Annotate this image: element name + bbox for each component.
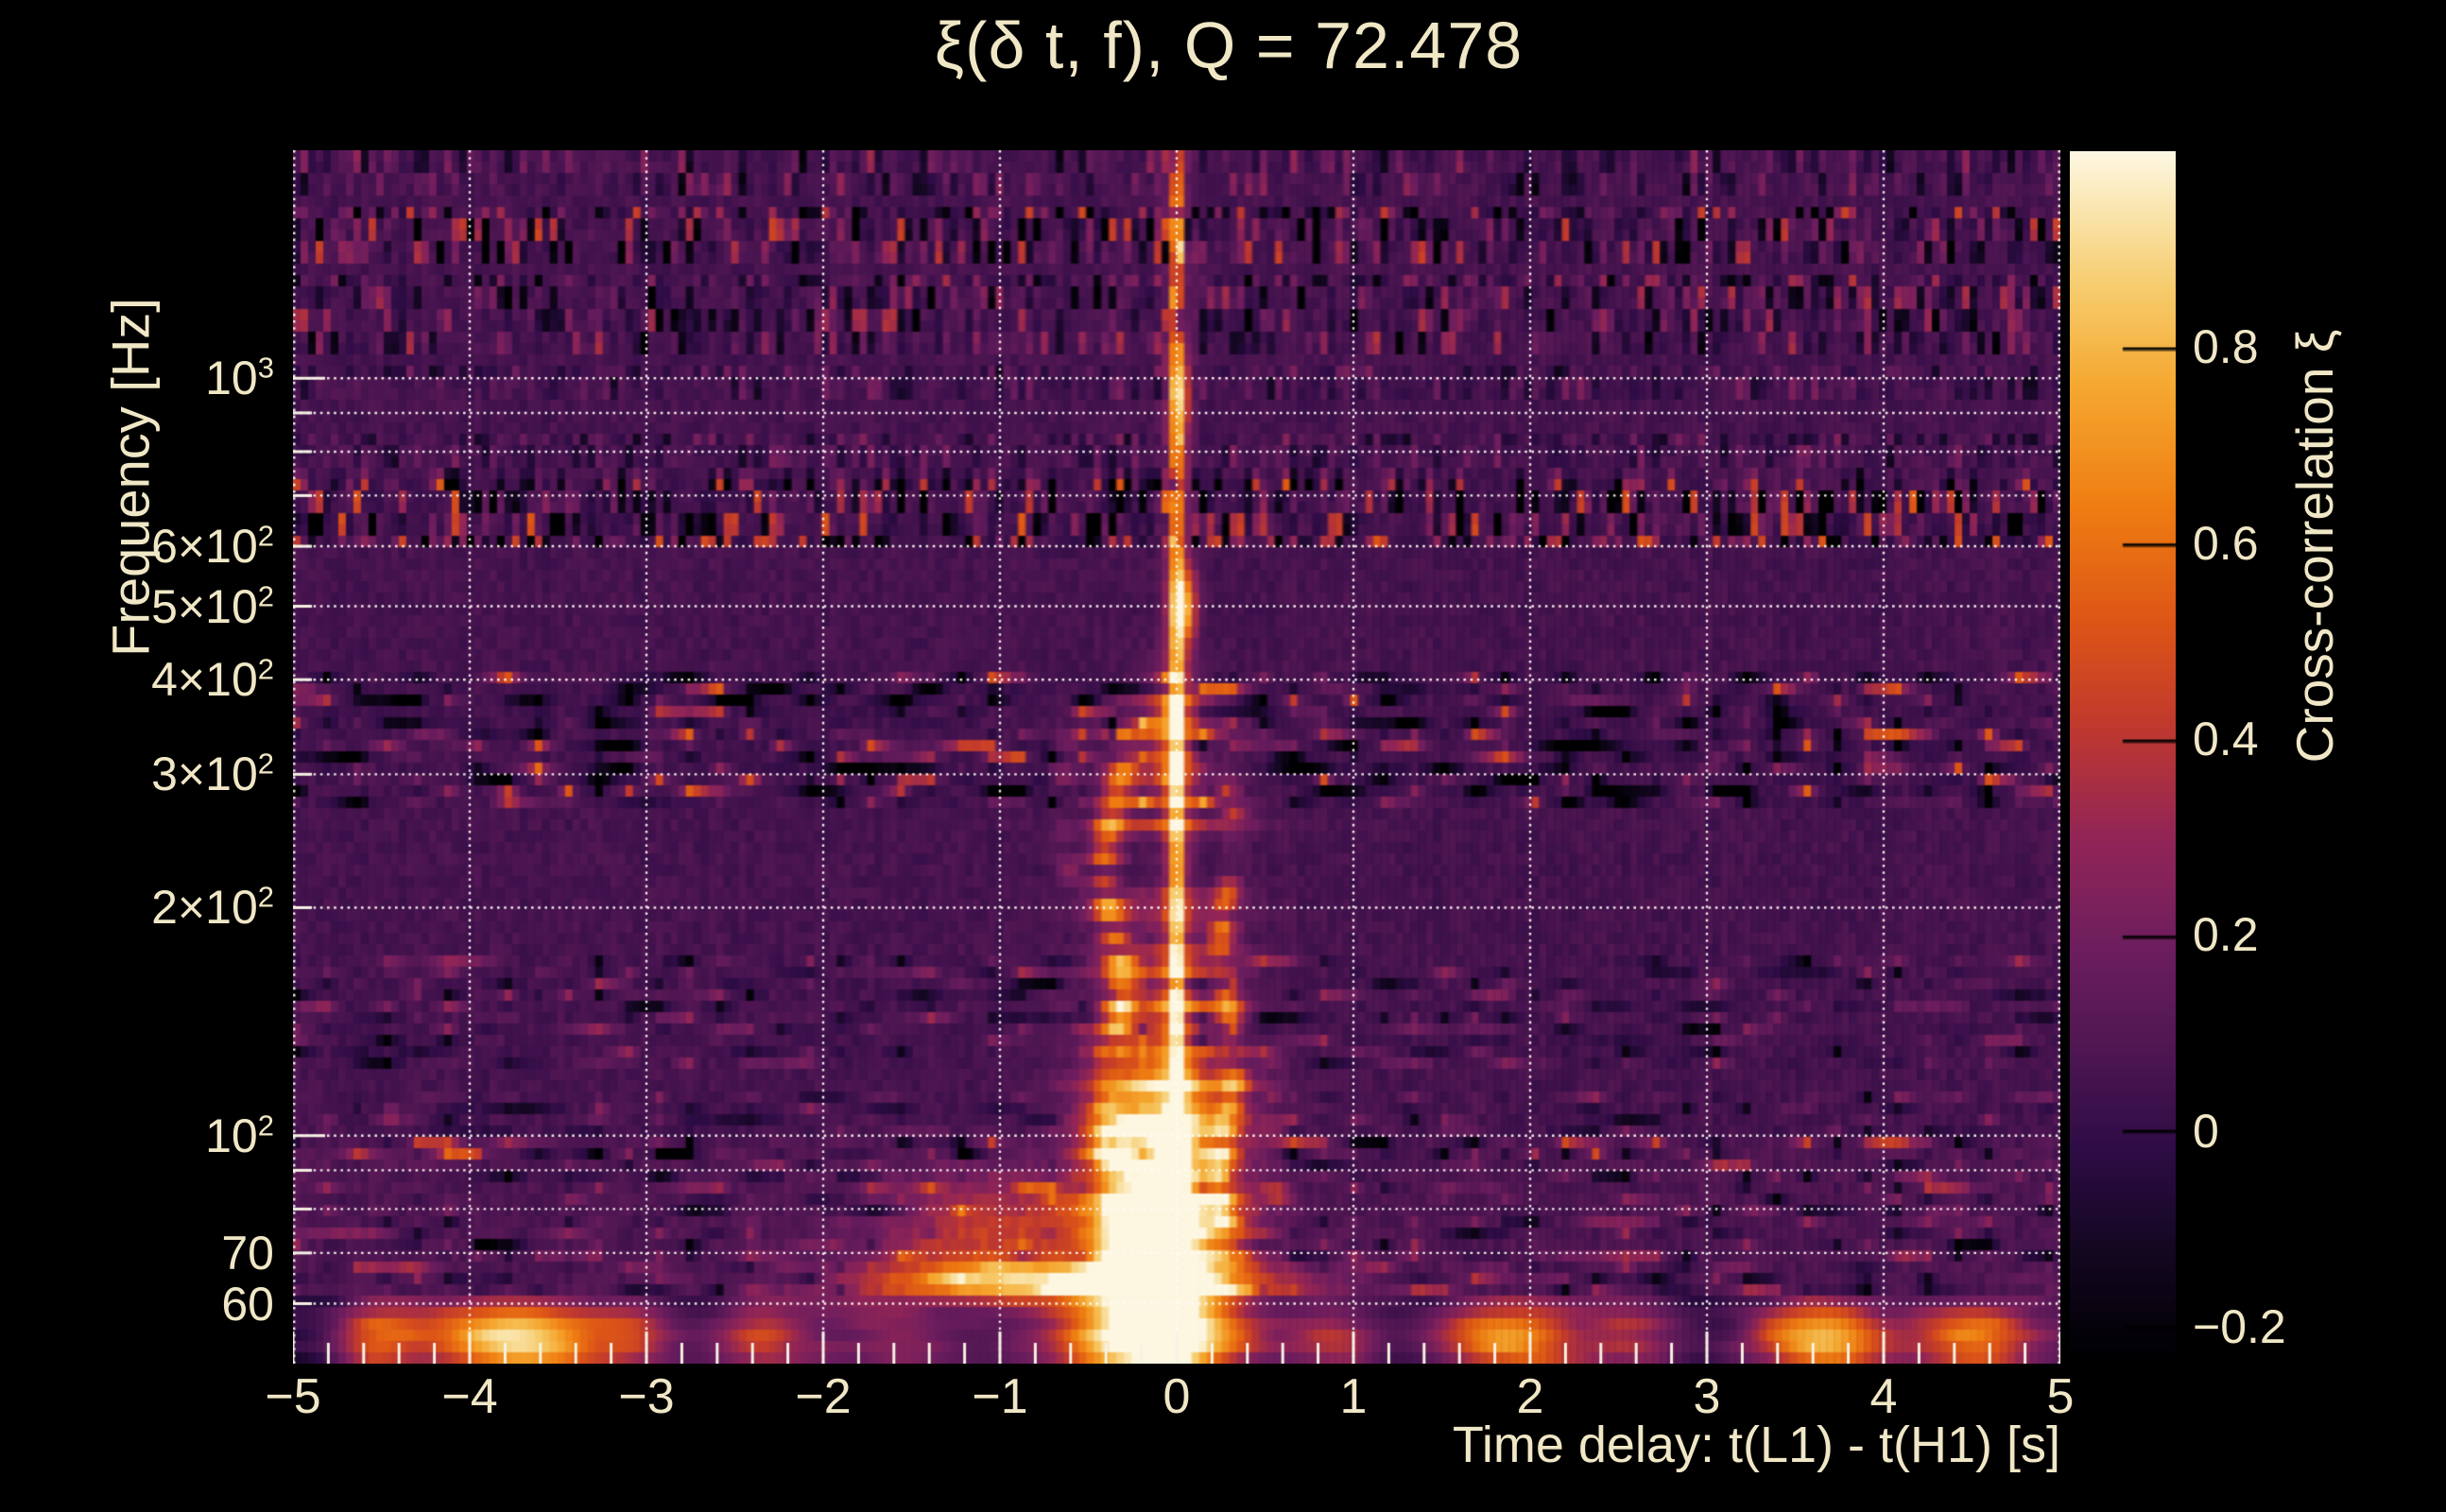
y-tick-label: 5×102 [151, 578, 274, 633]
figure-root: ξ(δ t, f), Q = 72.478 Frequency [Hz] 103… [0, 0, 2446, 1512]
colorbar-tick-label: 0.2 [2193, 908, 2259, 962]
x-tick-label: −3 [618, 1369, 675, 1424]
colorbar-tick-label: 0.4 [2193, 712, 2259, 765]
colorbar-tick-label: −0.2 [2193, 1299, 2286, 1353]
x-axis-title: Time delay: t(L1) - t(H1) [s] [1452, 1417, 2060, 1473]
y-tick-label: 103 [205, 351, 274, 405]
y-tick-label: 102 [205, 1108, 274, 1162]
colorbar [2070, 151, 2176, 1358]
y-tick-label: 6×102 [151, 519, 274, 574]
gridlines-ticks-overlay-canvas [293, 150, 2060, 1364]
y-tick-label: 2×102 [151, 880, 274, 935]
colorbar-tick-label: 0.6 [2193, 516, 2259, 570]
x-tick-label: 0 [1163, 1369, 1191, 1424]
y-tick-label: 4×102 [151, 652, 274, 707]
x-tick-label: −4 [441, 1369, 498, 1424]
colorbar-tick-label: 0.8 [2193, 320, 2259, 374]
colorbar-title: Cross-correlation ξ [2285, 329, 2344, 764]
chart-title: ξ(δ t, f), Q = 72.478 [934, 9, 1524, 82]
y-tick-label: 3×102 [151, 747, 274, 801]
x-tick-label: −2 [795, 1369, 852, 1424]
x-tick-label: −5 [265, 1369, 321, 1424]
colorbar-tick-label: 0 [2193, 1104, 2219, 1158]
x-tick-label: 1 [1339, 1369, 1368, 1424]
y-tick-label: 70 [221, 1226, 274, 1280]
y-tick-label: 60 [221, 1277, 274, 1331]
x-tick-label: −1 [972, 1369, 1028, 1424]
